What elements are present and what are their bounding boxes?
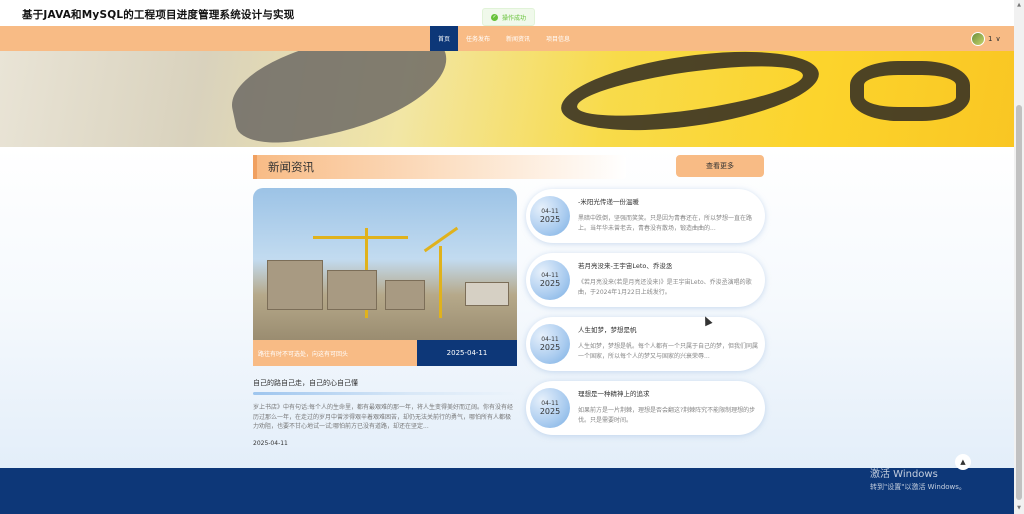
date-badge: 04-11 2025: [530, 388, 570, 428]
news-title[interactable]: 人生如梦，梦想是帆: [578, 324, 637, 334]
scroll-thumb[interactable]: [1016, 105, 1022, 500]
featured-text: 岁上书店》中有句话:每个人的生命里，都有最艰难的那一年，将人生变得美好而辽阔。你…: [253, 404, 514, 430]
date-month-day: 04-11: [541, 272, 559, 279]
banner-figure: [223, 51, 457, 147]
chevron-down-icon[interactable]: ∨: [995, 35, 1000, 43]
banner-ring-small: [850, 61, 970, 121]
scroll-up-arrow-icon[interactable]: ▲: [1016, 2, 1022, 8]
building: [385, 280, 425, 310]
avatar[interactable]: [971, 32, 985, 46]
section-title: 新闻资讯: [268, 160, 314, 174]
success-toast: ✓ 操作成功: [482, 8, 536, 26]
news-title[interactable]: -米阳光传递一份温暖: [578, 196, 639, 206]
news-summary: 如果前方是一片荆棘，理想是否会翻这?荆棘阵究不能限制理想的步伐。只是需要时间。: [578, 407, 756, 424]
news-summary: 《若月亮没来(若是月亮还没来)》是王宇宙Leto、乔浚丞演唱的歌曲，于2024年…: [578, 279, 752, 296]
building: [267, 260, 323, 310]
featured-date: 2025-04-11: [417, 340, 517, 366]
featured-divider: [253, 392, 517, 395]
featured-caption-bar: 路往有时不可选处，向这有可回头 2025-04-11: [253, 340, 517, 366]
news-card[interactable]: 04-11 2025 人生如梦，梦想是帆 人生如梦，梦想是帆。每个人都有一个只属…: [526, 317, 765, 371]
activation-subtitle: 转到"设置"以激活 Windows。: [870, 483, 966, 491]
date-badge: 04-11 2025: [530, 196, 570, 236]
hero-banner[interactable]: [0, 51, 1014, 147]
date-year: 2025: [539, 215, 561, 224]
news-title[interactable]: 理想是一种精神上的追求: [578, 388, 650, 398]
nav-items: 首页 任务发布 新闻资讯 项目信息: [430, 26, 578, 51]
toast-text: 操作成功: [502, 14, 527, 22]
windows-activation-watermark: 激活 Windows 转到"设置"以激活 Windows。: [870, 465, 966, 492]
featured-footer-date: 2025-04-11: [253, 440, 288, 447]
date-year: 2025: [539, 343, 561, 352]
news-card[interactable]: 04-11 2025 理想是一种精神上的追求 如果前方是一片荆棘，理想是否会翻这…: [526, 381, 765, 435]
nav-item-news[interactable]: 新闻资讯: [498, 26, 538, 51]
date-year: 2025: [539, 407, 561, 416]
featured-title[interactable]: 自己的路自己走，自己的心自己懂: [253, 378, 358, 388]
site-title: 基于JAVA和MySQL的工程项目进度管理系统设计与实现: [22, 9, 295, 21]
news-summary: 人生如梦，梦想是帆。每个人都有一个只属于自己的梦，但我们同属一个国家，所以每个人…: [578, 343, 758, 360]
check-circle-icon: ✓: [491, 13, 498, 21]
crane-jib: [313, 236, 408, 239]
date-month-day: 04-11: [541, 336, 559, 343]
scroll-down-arrow-icon[interactable]: ▼: [1016, 505, 1022, 511]
date-month-day: 04-11: [541, 400, 559, 407]
news-card[interactable]: 04-11 2025 若月亮没来-王宇宙Leto、乔浚丞 《若月亮没来(若是月亮…: [526, 253, 765, 307]
news-summary: 黑暗中跌倒，坚强而笑笑。只是因为青春还在，所以梦想一直在路上。当年华未曾老去，青…: [578, 215, 753, 232]
building: [465, 282, 509, 306]
page-footer: [0, 468, 1014, 514]
news-title[interactable]: 若月亮没来-王宇宙Leto、乔浚丞: [578, 260, 672, 270]
user-menu[interactable]: 1 ∨: [971, 32, 1001, 46]
featured-caption: 路往有时不可选处，向这有可回头: [253, 340, 417, 366]
crane-mast: [439, 246, 442, 318]
main-nav: 首页 任务发布 新闻资讯 项目信息 1 ∨: [0, 26, 1014, 51]
banner-ring: [556, 51, 824, 144]
nav-item-home[interactable]: 首页: [430, 26, 459, 51]
building: [327, 270, 377, 310]
news-card[interactable]: 04-11 2025 -米阳光传递一份温暖 黑暗中跌倒，坚强而笑笑。只是因为青春…: [526, 189, 765, 243]
date-year: 2025: [539, 279, 561, 288]
activation-title: 激活 Windows: [870, 469, 938, 480]
nav-item-task-publish[interactable]: 任务发布: [458, 26, 498, 51]
user-label[interactable]: 1: [988, 35, 992, 43]
date-badge: 04-11 2025: [530, 260, 570, 300]
view-more-button[interactable]: 查看更多: [676, 155, 764, 177]
nav-item-projects[interactable]: 项目信息: [538, 26, 578, 51]
date-badge: 04-11 2025: [530, 324, 570, 364]
date-month-day: 04-11: [541, 208, 559, 215]
